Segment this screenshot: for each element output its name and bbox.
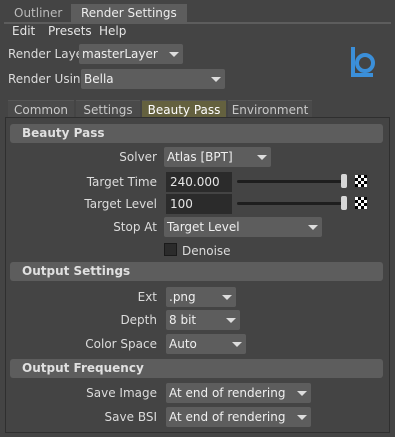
subtab-common[interactable]: Common [8,100,74,118]
render-layer-dropdown[interactable]: masterLayer [79,44,183,64]
menu-edit[interactable]: Edit [12,24,35,38]
chevron-down-icon [163,44,183,64]
depth-dropdown[interactable]: 8 bit [166,310,240,330]
section-title: Output Settings [22,264,131,278]
subtab-beauty-pass[interactable]: Beauty Pass [142,100,226,118]
chevron-down-icon [291,383,311,403]
render-layer-label: Render Layer [8,47,88,61]
stop-at-dropdown[interactable]: Target Level [164,217,322,237]
denoise-label: Denoise [182,244,231,258]
target-time-slider-handle[interactable] [341,174,347,188]
chevron-down-icon [205,69,225,89]
checker-icon[interactable] [355,197,367,209]
stop-at-value: Target Level [167,220,240,234]
menu-presets[interactable]: Presets [48,24,92,38]
save-image-value: At end of rendering [169,386,286,400]
color-space-label: Color Space [85,337,157,351]
color-space-value: Auto [169,337,197,351]
chevron-down-icon [226,334,246,354]
target-time-label: Target Time [86,175,157,189]
save-bsi-value: At end of rendering [169,410,286,424]
target-time-slider-track[interactable] [237,180,345,183]
ext-value: .png [169,290,196,304]
color-space-dropdown[interactable]: Auto [166,334,246,354]
depth-value: 8 bit [169,313,197,327]
section-header-output-frequency[interactable]: Output Frequency [10,359,383,378]
chevron-down-icon [216,287,236,307]
save-bsi-dropdown[interactable]: At end of rendering [166,407,311,427]
ext-label: Ext [137,290,157,304]
section-header-output-settings[interactable]: Output Settings [10,262,383,281]
target-time-value: 240.000 [170,175,220,189]
chevron-down-icon [291,407,311,427]
tab-outliner[interactable]: Outliner [4,4,72,22]
target-time-field[interactable]: 240.000 [166,172,232,192]
save-image-dropdown[interactable]: At end of rendering [166,383,311,403]
target-level-slider-track[interactable] [237,202,345,205]
tab-render-settings[interactable]: Render Settings [71,4,187,22]
section-title: Beauty Pass [22,126,105,140]
solver-label: Solver [119,150,157,164]
denoise-checkbox[interactable] [164,243,177,256]
depth-label: Depth [120,313,157,327]
render-using-label: Render Using [8,72,89,86]
subtab-settings[interactable]: Settings [76,100,140,118]
save-image-label: Save Image [86,386,157,400]
section-title: Output Frequency [22,361,144,375]
bella-logo-icon [351,47,375,77]
target-level-value: 100 [170,197,193,211]
solver-value: Atlas [BPT] [167,150,233,164]
ext-dropdown[interactable]: .png [166,287,236,307]
chevron-down-icon [302,217,322,237]
checker-icon[interactable] [355,175,367,187]
subtab-environment[interactable]: Environment [228,100,312,118]
chevron-down-icon [220,310,240,330]
menu-help[interactable]: Help [99,24,126,38]
target-level-field[interactable]: 100 [166,194,232,214]
target-level-slider-handle[interactable] [341,196,347,210]
solver-dropdown[interactable]: Atlas [BPT] [164,147,271,167]
render-using-dropdown[interactable]: Bella [81,69,225,89]
section-header-beauty-pass[interactable]: Beauty Pass [10,124,383,143]
render-using-value: Bella [84,72,114,86]
target-level-label: Target Level [84,197,157,211]
render-layer-value: masterLayer [82,47,158,61]
save-bsi-label: Save BSI [104,410,157,424]
stop-at-label: Stop At [113,220,157,234]
chevron-down-icon [251,147,271,167]
